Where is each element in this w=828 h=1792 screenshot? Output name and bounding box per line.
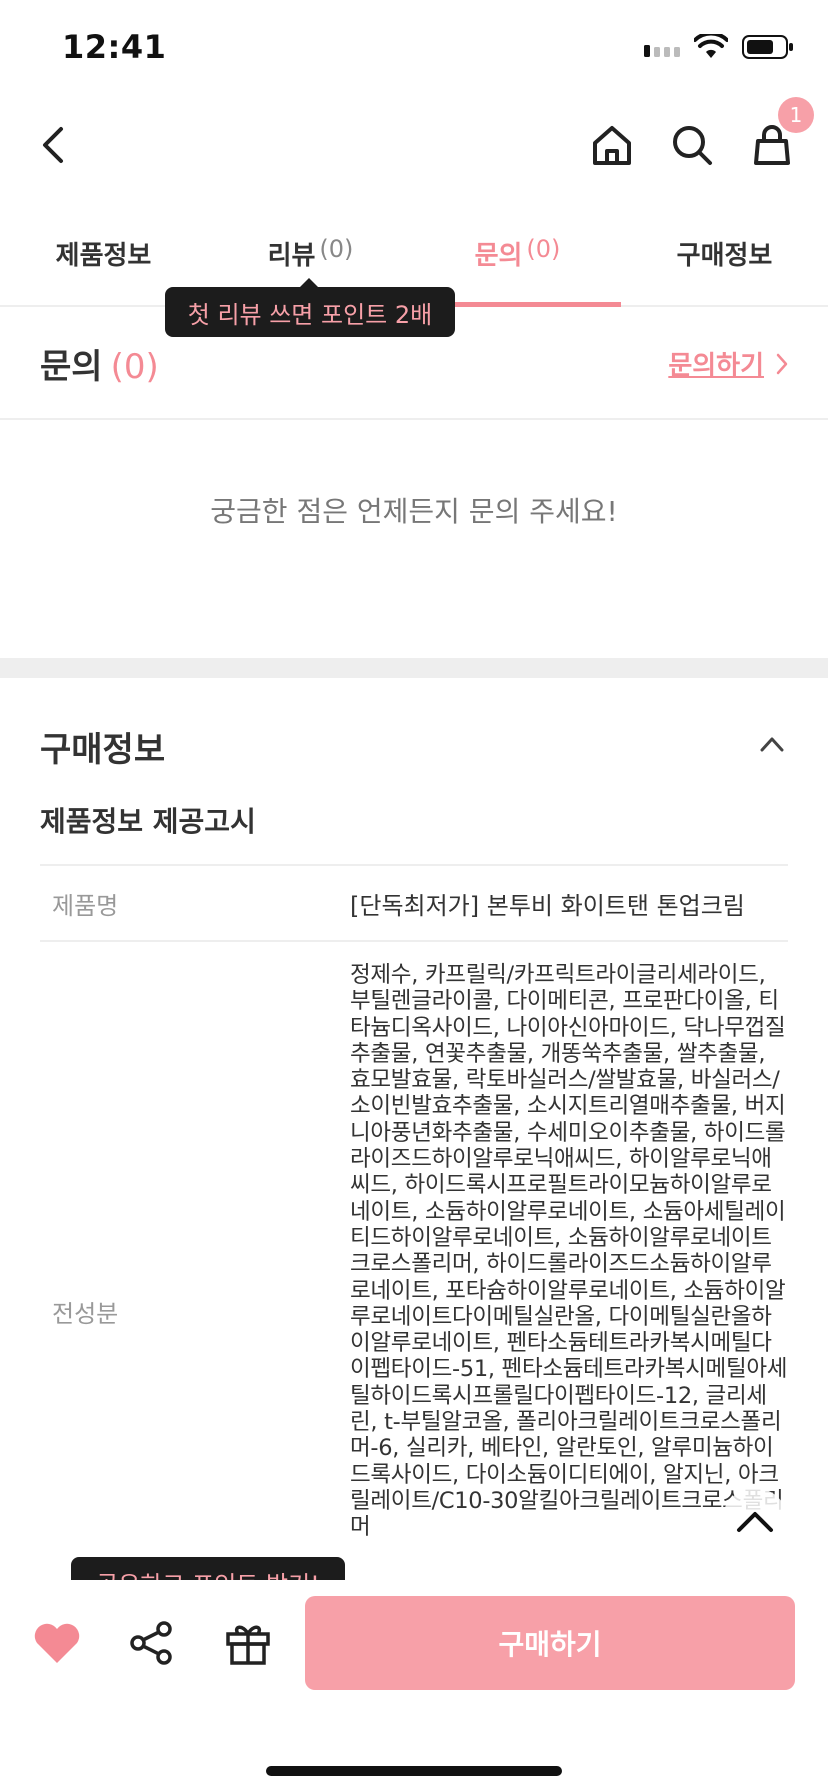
bottom-action-bar: 구매하기 xyxy=(0,1580,828,1792)
chevron-up-icon xyxy=(737,1512,773,1532)
empty-inquiry-message: 궁금한 점은 언제든지 문의 주세요! xyxy=(210,495,618,528)
search-button[interactable] xyxy=(664,117,720,173)
table-row: 제품명 [단독최저가] 본투비 화이트탠 톤업크림 xyxy=(40,864,788,940)
chevron-up-icon xyxy=(760,737,784,752)
tab-count: (0) xyxy=(526,235,561,263)
row-value: [단독최저가] 본투비 화이트탠 톤업크림 xyxy=(350,891,745,920)
gift-icon xyxy=(226,1625,270,1665)
purchase-info-title: 구매정보 xyxy=(40,730,166,770)
scroll-top-button[interactable] xyxy=(722,1488,788,1554)
inquiry-header: 문의 (0) 문의하기 xyxy=(0,307,828,420)
write-inquiry-link[interactable]: 문의하기 xyxy=(668,345,788,382)
row-label: 제품명 xyxy=(52,891,119,920)
tab-purchase-info[interactable]: 구매정보 xyxy=(621,215,828,307)
tab-label: 리뷰 xyxy=(267,241,316,271)
heart-icon xyxy=(34,1623,80,1663)
tab-label: 구매정보 xyxy=(676,241,773,271)
wifi-icon xyxy=(694,34,728,58)
status-icons xyxy=(644,34,794,60)
share-icon xyxy=(130,1621,172,1665)
like-button[interactable] xyxy=(27,1613,87,1673)
inquiry-title: 문의 (0) xyxy=(40,339,159,388)
search-icon xyxy=(673,126,712,165)
cart-button[interactable]: 1 xyxy=(744,97,814,173)
buy-button[interactable]: 구매하기 xyxy=(305,1596,795,1690)
tab-label: 문의 xyxy=(474,241,523,271)
row-value: 정제수, 카프릴릭/카프릭트라이글리세라이드, 부틸렌글라이콜, 다이메티콘, … xyxy=(350,962,788,1541)
status-time: 12:41 xyxy=(62,28,167,66)
home-indicator xyxy=(266,1766,562,1776)
chevron-right-icon xyxy=(776,353,788,374)
write-inquiry-label: 문의하기 xyxy=(668,351,764,381)
inquiry-title-text: 문의 xyxy=(40,347,103,387)
chevron-left-icon xyxy=(43,127,63,163)
battery-icon xyxy=(742,35,793,59)
status-bar: 12:41 xyxy=(0,0,828,100)
gift-button[interactable] xyxy=(218,1613,278,1673)
back-button[interactable] xyxy=(26,117,82,173)
tab-label: 제품정보 xyxy=(55,241,152,271)
nav-bar: 1 xyxy=(0,97,828,190)
cart-count-badge: 1 xyxy=(778,97,814,133)
collapse-button[interactable] xyxy=(756,728,788,760)
share-button[interactable] xyxy=(122,1613,182,1673)
inquiry-count: (0) xyxy=(110,347,159,387)
home-button[interactable] xyxy=(584,117,640,173)
home-icon xyxy=(593,126,631,165)
signal-icon xyxy=(644,45,680,57)
product-notice-title: 제품정보 제공고시 xyxy=(40,805,256,838)
section-divider xyxy=(0,658,828,678)
tab-count: (0) xyxy=(319,235,354,263)
